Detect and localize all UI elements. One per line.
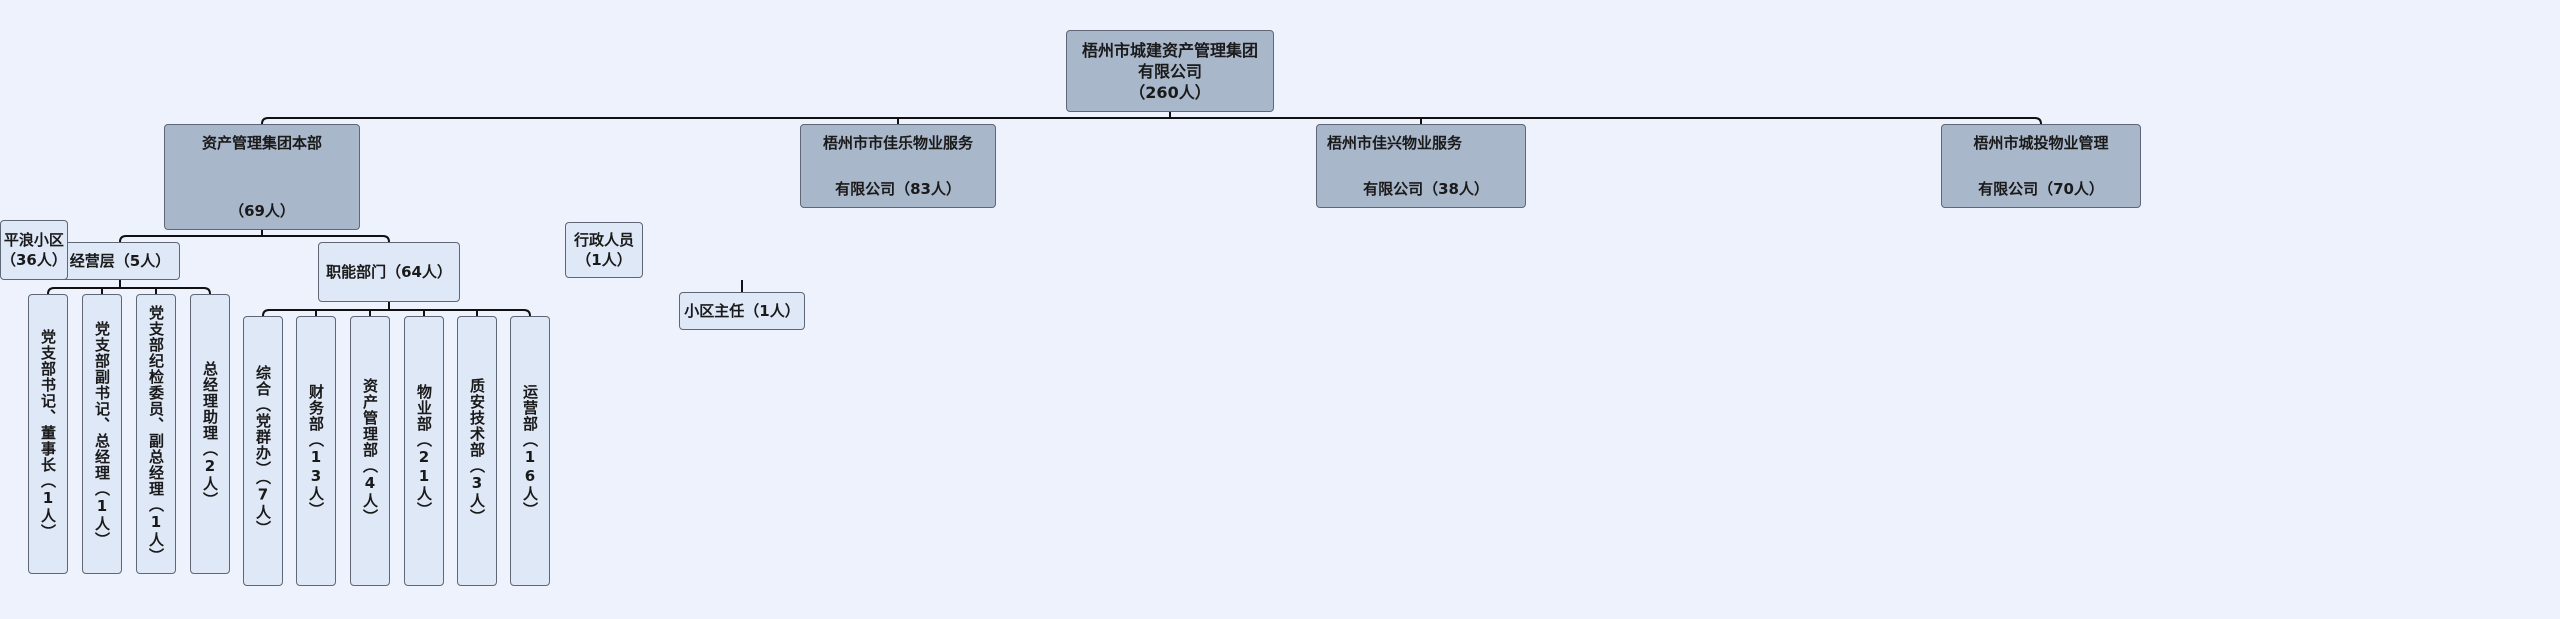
node-label: 平浪小区 (3, 231, 64, 249)
company-name: 资产管理集团本部 (201, 134, 322, 152)
company-name: 梧州市城投物业管理 (1973, 134, 2109, 152)
area-director-node[interactable]: 小区主任（1人） (679, 292, 805, 330)
management-role-node[interactable]: 党支部书记、董事长（1人） (28, 294, 68, 574)
functional-dept-node[interactable]: 财务部（13人） (296, 316, 336, 586)
company-node-hq[interactable]: 资产管理集团本部 （69人） (164, 124, 360, 230)
management-role-node[interactable]: 总经理助理（2人） (190, 294, 230, 574)
company-count: 有限公司（38人） (1363, 180, 1489, 198)
node-label: 物业部（21人） (415, 384, 433, 518)
node-label: （36人） (1, 251, 67, 269)
node-label: 小区主任（1人） (684, 302, 800, 320)
node-label: 财务部（13人） (307, 384, 325, 518)
node-label: 党支部纪检委员、副总经理（1人） (147, 304, 165, 564)
management-role-node[interactable]: 党支部纪检委员、副总经理（1人） (136, 294, 176, 574)
residential-area-node[interactable]: 平浪小区 （36人） (0, 220, 68, 280)
company-name: 梧州市市佳乐物业服务 (822, 134, 973, 152)
company-count: （69人） (229, 202, 295, 220)
admin-staff-node[interactable]: 行政人员 （1人） (565, 222, 643, 278)
company-node-chengtou[interactable]: 梧州市城投物业管理 有限公司（70人） (1941, 124, 2141, 208)
node-label: （1人） (576, 251, 632, 269)
company-count: 有限公司（83人） (835, 180, 961, 198)
node-label: 经营层（5人） (69, 252, 171, 270)
functional-dept-node[interactable]: 物业部（21人） (404, 316, 444, 586)
node-label: 综合（党群办）（7人） (254, 365, 272, 537)
functional-dept-node[interactable]: 综合（党群办）（7人） (243, 316, 283, 586)
node-label: 总经理助理（2人） (201, 360, 219, 508)
management-role-node[interactable]: 党支部副书记、总经理（1人） (82, 294, 122, 574)
company-name: 梧州市佳兴物业服务 (1327, 134, 1463, 152)
company-count: 有限公司（70人） (1978, 180, 2104, 198)
root-node-city-construction-group[interactable]: 梧州市城建资产管理集团 有限公司 （260人） (1066, 30, 1274, 112)
connector-line (47, 287, 211, 295)
node-label: 运营部（16人） (521, 384, 539, 518)
node-label: 行政人员 (573, 231, 634, 249)
functional-departments-node[interactable]: 职能部门（64人） (318, 242, 460, 302)
company-node-jiale[interactable]: 梧州市市佳乐物业服务 有限公司（83人） (800, 124, 996, 208)
node-label: 党支部副书记、总经理（1人） (93, 320, 111, 548)
functional-dept-node[interactable]: 资产管理部（4人） (350, 316, 390, 586)
functional-dept-node[interactable]: 运营部（16人） (510, 316, 550, 586)
connector-line (261, 117, 2042, 125)
root-count: （260人） (1129, 82, 1211, 102)
node-label: 职能部门（64人） (326, 263, 452, 281)
node-label: 党支部书记、董事长（1人） (39, 328, 57, 540)
root-name-line1: 梧州市城建资产管理集团 (1081, 40, 1258, 60)
company-node-jiaxing[interactable]: 梧州市佳兴物业服务 有限公司（38人） (1316, 124, 1526, 208)
management-layer-node[interactable]: 经营层（5人） (60, 242, 180, 280)
functional-dept-node[interactable]: 质安技术部（3人） (457, 316, 497, 586)
node-label: 资产管理部（4人） (361, 377, 379, 525)
root-name-line2: 有限公司 (1137, 61, 1202, 81)
node-label: 质安技术部（3人） (468, 377, 486, 525)
